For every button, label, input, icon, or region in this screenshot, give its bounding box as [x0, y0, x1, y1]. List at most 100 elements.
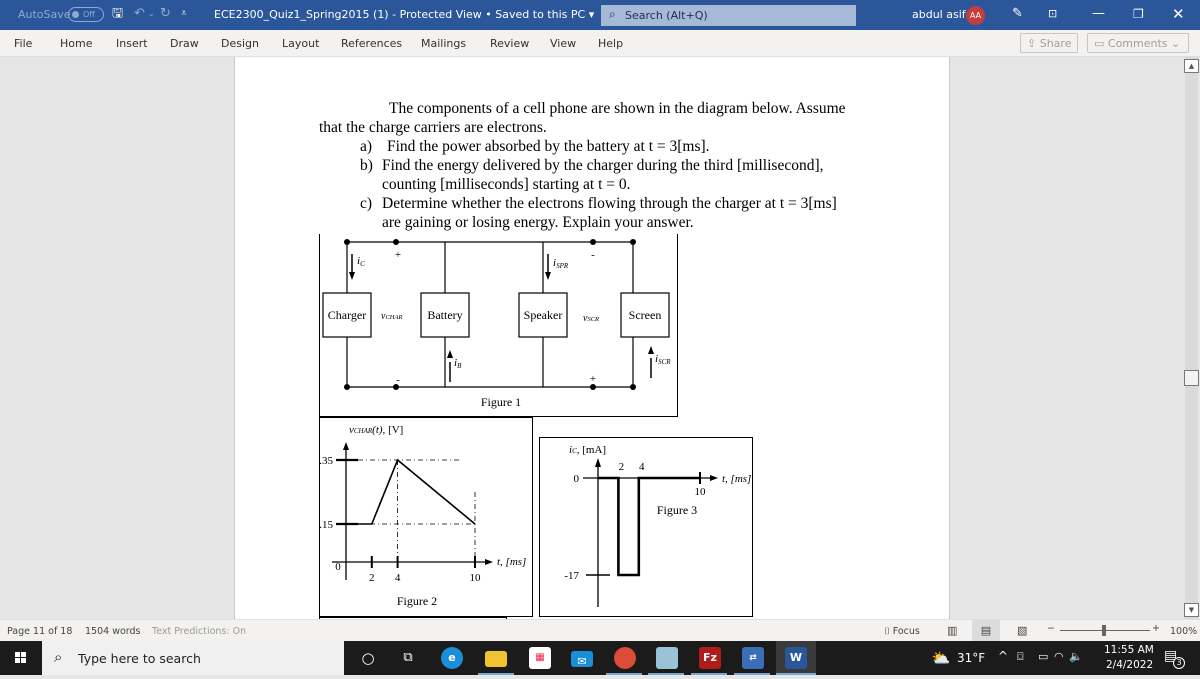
ic-sub: C: [360, 260, 365, 268]
windows-icon: [0, 641, 42, 675]
search-icon: ⌕: [609, 7, 616, 22]
word-taskbar-button[interactable]: W: [776, 641, 816, 675]
tab-draw[interactable]: Draw: [170, 37, 199, 50]
node-dot: [393, 239, 399, 245]
autosave-toggle[interactable]: Off: [68, 7, 104, 22]
document-title[interactable]: ECE2300_Quiz1_Spring2015 (1) - Protected…: [214, 8, 594, 21]
speaker-label: Speaker: [524, 308, 563, 322]
tab-home[interactable]: Home: [60, 37, 92, 50]
read-mode-icon[interactable]: ▥: [947, 624, 957, 637]
intro-line-1: The components of a cell phone are shown…: [389, 100, 846, 118]
comments-button[interactable]: ▭ Comments ⌄: [1087, 33, 1189, 53]
figure-1-caption: Figure 1: [481, 395, 521, 409]
zoom-level[interactable]: 100%: [1170, 626, 1197, 637]
text-predictions[interactable]: Text Predictions: On: [152, 626, 246, 637]
cortana-icon[interactable]: ○: [357, 647, 379, 669]
y-tick-label: -17: [564, 570, 579, 582]
tab-file[interactable]: File: [14, 37, 32, 50]
volume-icon[interactable]: 🔈: [1069, 650, 1083, 663]
item-a-marker: a): [360, 138, 372, 156]
word-icon: W: [785, 647, 807, 669]
mail-icon[interactable]: ✉: [571, 651, 593, 667]
meet-now-icon[interactable]: ⌼: [1017, 650, 1024, 664]
redo-icon[interactable]: ↻: [160, 6, 171, 22]
figure-2-chart: vCHAR(t), [V] 1.151.3502410t, [ms] Figur…: [319, 417, 534, 617]
edge-icon[interactable]: e: [441, 647, 463, 669]
y-tick-label: 0: [574, 473, 580, 485]
filezilla-icon[interactable]: Fz: [699, 647, 721, 669]
restore-icon[interactable]: ❐: [1133, 6, 1144, 22]
show-hidden-icons[interactable]: ^: [998, 649, 1008, 663]
zoom-slider-thumb[interactable]: [1102, 625, 1106, 636]
battery-icon[interactable]: ▭: [1038, 650, 1048, 663]
tab-references[interactable]: References: [341, 37, 402, 50]
scroll-down-button[interactable]: ▼: [1184, 603, 1199, 617]
customize-quick-access-icon[interactable]: ⩡: [181, 6, 187, 22]
start-button[interactable]: [0, 641, 42, 675]
clock-date[interactable]: 2/4/2022: [1106, 659, 1153, 671]
wifi-icon[interactable]: ◠: [1054, 650, 1064, 663]
print-layout-icon[interactable]: ▤: [972, 620, 1000, 641]
figure-1-circuit: Charger Battery Speaker Screen iC iSPR i…: [319, 234, 679, 417]
screen-label: Screen: [629, 308, 662, 322]
taskbar-search-input[interactable]: ⌕ Type here to search: [42, 641, 344, 675]
node-dot: [590, 239, 596, 245]
share-button[interactable]: ⇪ Share: [1020, 33, 1078, 53]
chrome-icon[interactable]: [614, 647, 636, 669]
figure-2-caption: Figure 2: [397, 594, 437, 608]
close-icon[interactable]: ✕: [1172, 6, 1185, 22]
item-b-text-2: counting [milliseconds] starting at t = …: [382, 176, 631, 194]
document-page[interactable]: The components of a cell phone are shown…: [234, 57, 950, 619]
user-name[interactable]: abdul asif: [912, 8, 966, 21]
network-tool-icon[interactable]: ⇄: [742, 647, 764, 669]
chevron-down-icon: ⌄: [1168, 37, 1181, 50]
svg-text:iB: iB: [454, 357, 462, 370]
item-c-text-2: are gaining or losing energy. Explain yo…: [382, 214, 694, 232]
document-canvas[interactable]: The components of a cell phone are shown…: [0, 57, 1182, 619]
scroll-track[interactable]: [1185, 57, 1198, 619]
tab-mailings[interactable]: Mailings: [421, 37, 466, 50]
tab-view[interactable]: View: [550, 37, 576, 50]
avatar[interactable]: AA: [966, 6, 985, 25]
taskbar-search-placeholder: Type here to search: [78, 651, 201, 666]
tab-layout[interactable]: Layout: [282, 37, 319, 50]
undo-icon[interactable]: ↶: [134, 6, 145, 22]
ribbon-display-options-icon[interactable]: ⊡: [1048, 6, 1057, 22]
scroll-thumb[interactable]: [1184, 370, 1199, 386]
charger-label: Charger: [328, 308, 366, 322]
weather-icon[interactable]: ⛅: [930, 647, 952, 669]
zoom-in-button[interactable]: +: [1152, 623, 1160, 634]
search-input[interactable]: ⌕ Search (Alt+Q): [601, 5, 856, 26]
clock-time[interactable]: 11:55 AM: [1104, 644, 1154, 656]
tab-insert[interactable]: Insert: [116, 37, 148, 50]
scroll-up-button[interactable]: ▲: [1184, 59, 1199, 73]
undo-dropdown-icon[interactable]: ⌄: [148, 6, 155, 22]
web-layout-icon[interactable]: ▧: [1017, 624, 1027, 637]
vertical-scrollbar[interactable]: ▲ ▼: [1182, 57, 1200, 619]
svg-text:vCHAR: vCHAR: [381, 311, 402, 322]
tab-help[interactable]: Help: [598, 37, 623, 50]
temperature[interactable]: 31°F: [957, 651, 985, 665]
zoom-out-button[interactable]: −: [1047, 623, 1055, 634]
file-explorer-icon[interactable]: [485, 651, 507, 667]
minimize-icon[interactable]: —: [1092, 6, 1105, 22]
x-tick-label: 10: [695, 486, 707, 498]
word-count[interactable]: 1504 words: [85, 626, 141, 637]
x-tick-label: 2: [619, 461, 625, 473]
focus-button[interactable]: ⌷ Focus: [884, 626, 920, 637]
item-c-text-1: Determine whether the electrons flowing …: [382, 195, 837, 213]
taskbar: ⌕ Type here to search ○ ⧉ e ▦ ✉ Fz ⇄ W ⛅…: [0, 641, 1200, 675]
designer-icon[interactable]: ✎: [1012, 6, 1023, 22]
page-count[interactable]: Page 11 of 18: [7, 626, 72, 637]
vscr-plus: +: [590, 373, 596, 385]
zoom-slider[interactable]: [1060, 630, 1150, 631]
tab-review[interactable]: Review: [490, 37, 529, 50]
vchar-minus: -: [396, 374, 400, 386]
save-icon[interactable]: 🖫: [112, 6, 123, 22]
notes-icon[interactable]: [656, 647, 678, 669]
task-view-icon[interactable]: ⧉: [397, 647, 419, 669]
svg-text:iSPR: iSPR: [553, 257, 569, 270]
store-icon[interactable]: ▦: [529, 647, 551, 669]
x-tick-label: 10: [470, 572, 482, 584]
tab-design[interactable]: Design: [221, 37, 259, 50]
